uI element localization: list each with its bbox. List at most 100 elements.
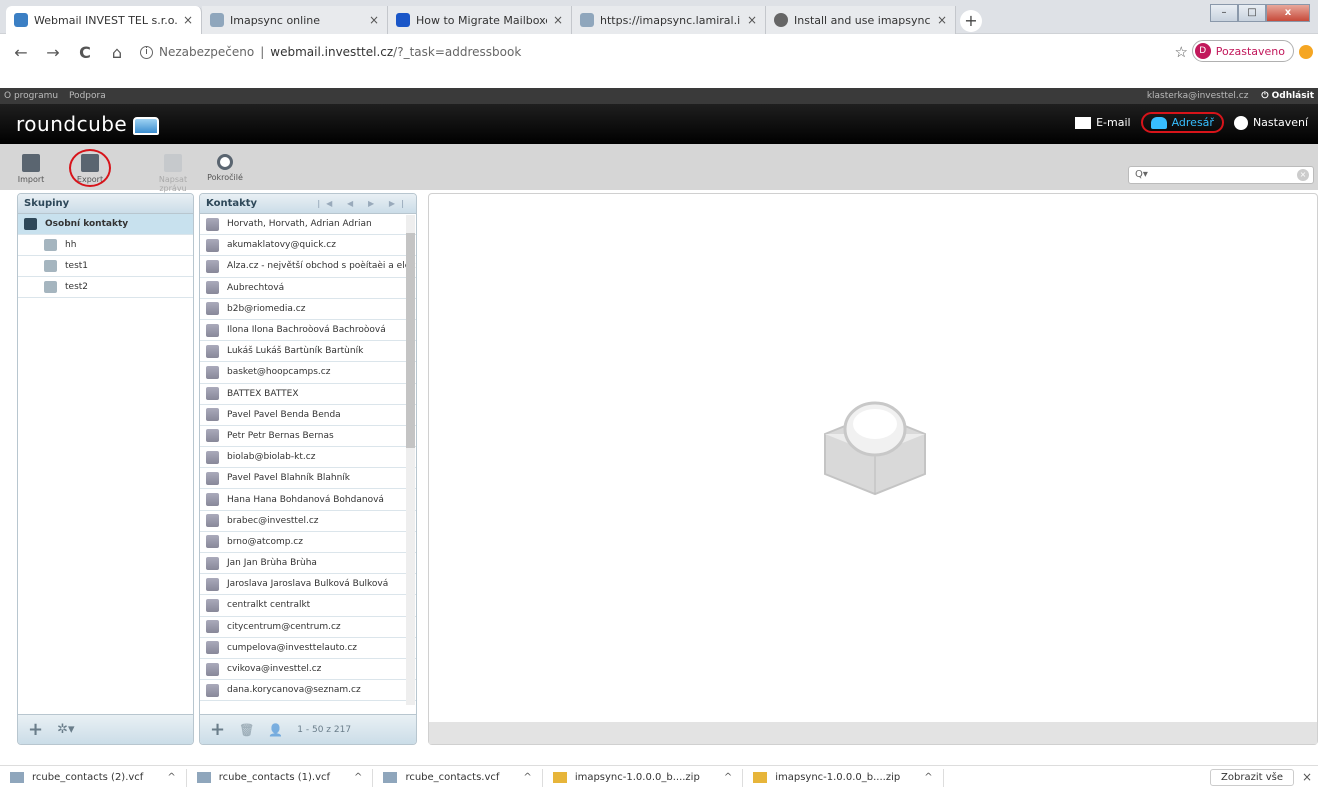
contact-row[interactable]: Aubrechtová xyxy=(200,278,416,299)
logout-link[interactable]: ⏻ Odhlásit xyxy=(1261,91,1314,101)
contact-row[interactable]: Hana Hana Bohdanová Bohdanová xyxy=(200,489,416,511)
contact-row[interactable]: Jan Jan Brùha Brùha xyxy=(200,553,416,575)
contact-row[interactable]: Jaroslava Jaroslava Bulková Bulková xyxy=(200,574,416,596)
tab-close-icon[interactable]: × xyxy=(183,13,193,27)
about-link[interactable]: O programu xyxy=(4,91,58,101)
roundcube-logo[interactable]: roundcube xyxy=(16,112,160,136)
contact-row[interactable]: Petr Petr Bernas Bernas xyxy=(200,426,416,448)
contact-person-icon xyxy=(206,281,219,295)
remove-from-group-icon[interactable]: 👤 xyxy=(268,723,283,737)
chevron-up-icon[interactable]: ^ xyxy=(724,772,732,783)
show-all-downloads-button[interactable]: Zobrazit vše xyxy=(1210,769,1294,786)
group-settings-button[interactable]: ✲▾ xyxy=(57,722,74,737)
contact-row[interactable]: Pavel Pavel Blahník Blahník xyxy=(200,468,416,490)
contact-row[interactable]: Horvath, Horvath, Adrian Adrian xyxy=(200,214,416,236)
compose-button[interactable]: Napsat zprávu xyxy=(145,148,201,193)
contact-person-icon xyxy=(206,323,219,337)
contact-row[interactable]: centralkt centralkt xyxy=(200,595,416,617)
maximize-button[interactable]: □ xyxy=(1238,4,1266,22)
download-item[interactable]: rcube_contacts (2).vcf ^ xyxy=(0,768,187,787)
chevron-up-icon[interactable]: ^ xyxy=(354,772,362,783)
clear-search-icon[interactable]: × xyxy=(1297,169,1309,181)
add-contact-button[interactable]: + xyxy=(210,719,225,740)
quick-search-input[interactable]: Q▾ × xyxy=(1128,166,1314,184)
download-item[interactable]: rcube_contacts.vcf ^ xyxy=(373,768,543,787)
chevron-up-icon[interactable]: ^ xyxy=(167,772,175,783)
group-item[interactable]: hh xyxy=(18,235,193,256)
tab-title: Install and use imapsync on Ubu xyxy=(794,13,931,27)
new-tab-button[interactable]: + xyxy=(960,10,982,32)
chevron-up-icon[interactable]: ^ xyxy=(924,772,932,783)
contact-row[interactable]: Lukáš Lukáš Bartùník Bartùník xyxy=(200,341,416,363)
browser-tab[interactable]: Install and use imapsync on Ubu × xyxy=(766,6,956,34)
contact-row[interactable]: citycentrum@centrum.cz xyxy=(200,617,416,638)
download-item[interactable]: imapsync-1.0.0.0_b....zip ^ xyxy=(543,768,744,787)
pager-controls[interactable]: |◀ ◀ ▶ ▶| xyxy=(317,194,410,214)
contact-row[interactable]: brno@atcomp.cz xyxy=(200,532,416,553)
browser-tab[interactable]: Webmail INVEST TEL s.r.o. :: Adre × xyxy=(6,6,202,34)
group-item[interactable]: test1 xyxy=(18,256,193,277)
reload-icon[interactable]: C xyxy=(74,43,96,62)
tab-close-icon[interactable]: × xyxy=(369,13,379,27)
contact-row[interactable]: Pavel Pavel Benda Benda xyxy=(200,405,416,426)
nav-settings[interactable]: Nastavení xyxy=(1233,115,1308,130)
contact-person-icon xyxy=(206,683,219,697)
extension-icon[interactable] xyxy=(1299,45,1313,59)
tab-close-icon[interactable]: × xyxy=(747,13,757,27)
close-window-button[interactable]: x xyxy=(1266,4,1310,22)
back-icon[interactable]: ← xyxy=(10,43,32,62)
bookmark-star-icon[interactable]: ☆ xyxy=(1175,43,1188,61)
contact-row[interactable]: cvikova@investtel.cz xyxy=(200,659,416,681)
url-path: /?_task=addressbook xyxy=(393,45,522,59)
search-options-icon[interactable]: Q▾ xyxy=(1135,169,1148,180)
forward-icon[interactable]: → xyxy=(42,43,64,62)
info-icon[interactable]: i xyxy=(140,45,153,59)
contact-name: dana.korycanova@seznam.cz xyxy=(227,685,361,696)
nav-addressbook[interactable]: Adresář xyxy=(1140,112,1224,133)
contact-row[interactable]: dana.korycanova@seznam.cz xyxy=(200,680,416,702)
minimize-button[interactable]: – xyxy=(1210,4,1238,22)
profile-button[interactable]: D Pozastaveno xyxy=(1191,40,1294,62)
download-item[interactable]: rcube_contacts (1).vcf ^ xyxy=(187,768,374,787)
import-button[interactable]: Import xyxy=(11,148,51,184)
import-label: Import xyxy=(17,175,45,184)
scrollbar[interactable] xyxy=(406,215,415,705)
groups-header: Skupiny xyxy=(18,194,193,214)
close-download-bar-icon[interactable]: × xyxy=(1302,770,1312,784)
user-area: klasterka@investtel.cz ⏻ Odhlásit xyxy=(1147,88,1314,104)
browser-tab[interactable]: How to Migrate Mailboxes Easily × xyxy=(388,6,572,34)
add-group-button[interactable]: + xyxy=(28,719,43,740)
groups-footer: + ✲▾ xyxy=(18,714,193,744)
contacts-footer: + 🗑 👤 1 - 50 z 217 xyxy=(200,714,416,744)
group-item-personal[interactable]: Osobní kontakty xyxy=(18,214,193,235)
tab-close-icon[interactable]: × xyxy=(937,13,947,27)
support-link[interactable]: Podpora xyxy=(69,91,106,101)
chevron-up-icon[interactable]: ^ xyxy=(523,772,531,783)
download-name: rcube_contacts (2).vcf xyxy=(32,772,144,783)
advanced-label: Pokročilé xyxy=(207,173,243,182)
nav-mail[interactable]: E-mail xyxy=(1075,116,1131,129)
contact-row[interactable]: biolab@biolab-kt.cz xyxy=(200,447,416,469)
contact-row[interactable]: BATTEX BATTEX xyxy=(200,384,416,405)
nav-addressbook-label: Adresář xyxy=(1171,116,1214,129)
browser-tab[interactable]: Imapsync online × xyxy=(202,6,388,34)
contact-row[interactable]: brabec@investtel.cz xyxy=(200,511,416,532)
contact-row[interactable]: b2b@riomedia.cz xyxy=(200,299,416,320)
scrollbar-thumb[interactable] xyxy=(406,233,415,448)
url-field[interactable]: i Nezabezpečeno | webmail.investtel.cz /… xyxy=(140,45,521,59)
url-domain: webmail.investtel.cz xyxy=(270,45,394,59)
delete-contact-icon[interactable]: 🗑 xyxy=(239,723,254,737)
browser-tab[interactable]: https://imapsync.lamiral.info/REA × xyxy=(572,6,766,34)
contact-person-icon xyxy=(206,577,219,591)
contact-row[interactable]: basket@hoopcamps.cz xyxy=(200,362,416,384)
contact-row[interactable]: Alza.cz - největší obchod s poèítaèi a e… xyxy=(200,256,416,278)
group-item[interactable]: test2 xyxy=(18,277,193,298)
home-icon[interactable]: ⌂ xyxy=(106,43,128,62)
roundcube-box-icon xyxy=(133,116,160,135)
download-item[interactable]: imapsync-1.0.0.0_b....zip ^ xyxy=(743,768,944,787)
advanced-search-button[interactable]: Pokročilé xyxy=(205,148,245,182)
contact-row[interactable]: akumaklatovy@quick.cz xyxy=(200,235,416,257)
contact-row[interactable]: cumpelova@investtelauto.cz xyxy=(200,638,416,659)
contact-row[interactable]: Ilona Ilona Bachroòová Bachroòová xyxy=(200,320,416,342)
tab-close-icon[interactable]: × xyxy=(553,13,563,27)
